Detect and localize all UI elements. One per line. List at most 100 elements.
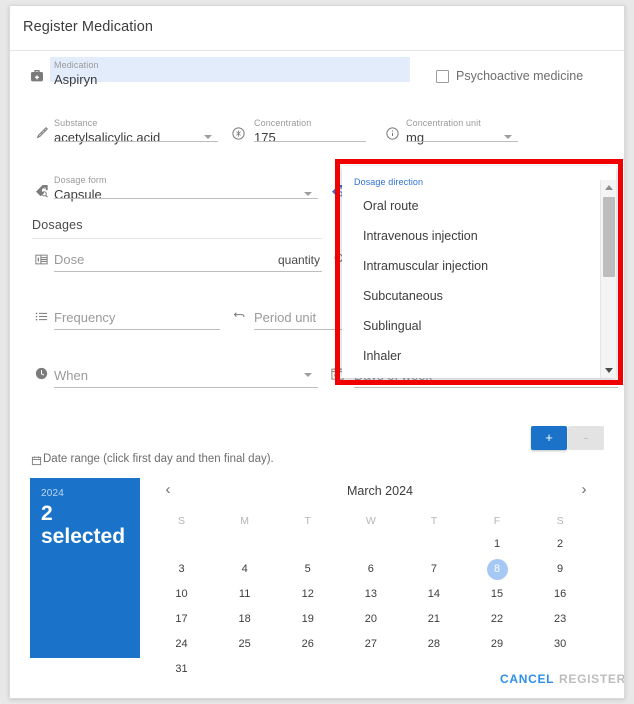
dropdown-option-inhaler[interactable]: Inhaler [363,349,401,363]
calendar-day-10[interactable]: 10 [150,582,213,607]
dose-field[interactable]: Dose quantity [54,248,322,272]
concentration-unit-label: Concentration unit [406,118,481,128]
psychoactive-checkbox[interactable] [436,70,449,83]
calendar-day-13[interactable]: 13 [339,582,402,607]
calendar-week-row: 17 18 19 20 21 22 23 [150,607,592,632]
calendar-day-20[interactable]: 20 [339,607,402,632]
dose-suffix: quantity [277,253,320,267]
chevron-down-icon[interactable] [504,135,512,139]
calendar-weeks: 1 2 3 4 5 6 7 8 9 10 11 12 13 14 15 16 17 18 19 20 21 22 23 24 2… [150,532,592,682]
dosage-direction-option-list[interactable]: Oral route Intravenous injection Intramu… [342,186,600,378]
calendar-day-empty [150,532,213,557]
calendar-day-number: 18 [238,613,251,625]
medication-field[interactable]: Medication Aspiryn [50,57,410,87]
when-field[interactable]: When [54,364,318,388]
calendar-day-number: 12 [301,588,314,600]
calendar-day-number: 31 [175,663,188,675]
dosage-direction-dropdown[interactable]: Dosage direction Oral route Intravenous … [342,166,616,378]
dow-tue: T [304,515,311,527]
selection-summary-panel: 2024 2 selected [30,478,140,658]
add-dosage-button[interactable]: + [531,426,567,450]
calendar-day-22[interactable]: 22 [465,607,528,632]
dropdown-scrollbar[interactable] [600,180,616,378]
dow-thu: T [430,515,438,527]
dropdown-option-intramuscular-injection[interactable]: Intramuscular injection [363,259,488,273]
scroll-down-arrow-icon[interactable] [605,368,613,373]
calendar-day-number: 26 [301,638,314,650]
calendar-week-row: 12 [150,532,592,557]
substance-value: acetylsalicylic acid [54,130,161,145]
calendar-day-17[interactable]: 17 [150,607,213,632]
calendar-day-number: 2 [557,538,564,550]
calendar-day-11[interactable]: 11 [213,582,276,607]
calendar-day-28[interactable]: 28 [402,632,465,657]
calendar-day-15[interactable]: 15 [465,582,528,607]
calendar-day-2[interactable]: 2 [529,532,592,557]
calendar-day-19[interactable]: 19 [276,607,339,632]
chevron-down-icon[interactable] [204,135,212,139]
tag-search-icon [34,183,50,199]
calendar-day-29[interactable]: 29 [465,632,528,657]
remove-dosage-button[interactable]: - [568,426,604,450]
days-of-week-underline [354,387,618,388]
calendar-day-number: 15 [490,588,504,600]
calendar-day-18[interactable]: 18 [213,607,276,632]
chevron-down-icon[interactable] [304,373,312,377]
calendar-day-31[interactable]: 31 [150,657,213,682]
register-button[interactable]: REGISTER [559,672,624,686]
calendar-widget[interactable]: ‹ March 2024 › S M T W T F S 1 2 3 4 5 6 7 8 9 10… [150,478,610,675]
frequency-field[interactable]: Frequency [54,306,220,330]
dow-sat: S [556,515,564,527]
selection-count: 2 [41,502,53,525]
calendar-day-14[interactable]: 14 [402,582,465,607]
scrollbar-thumb[interactable] [603,197,615,277]
calendar-day-23[interactable]: 23 [529,607,592,632]
calendar-day-27[interactable]: 27 [339,632,402,657]
calendar-day-4[interactable]: 4 [213,557,276,582]
calendar-day-8[interactable]: 8 [465,557,528,582]
calendar-grid: S M T W T F S 1 2 3 4 5 6 7 8 9 10 11 12 13 14 15 16 17 1… [150,510,592,682]
calendar-day-25[interactable]: 25 [213,632,276,657]
calendar-day-number: 13 [364,588,377,600]
calendar-day-7[interactable]: 7 [402,557,465,582]
calendar-day-number: 24 [175,638,188,650]
concentration-field[interactable]: Concentration 175 [254,118,366,145]
calendar-day-5[interactable]: 5 [276,557,339,582]
calendar-day-number: 23 [553,613,567,625]
calendar-day-6[interactable]: 6 [339,557,402,582]
concentration-label: Concentration [254,118,312,128]
scroll-up-arrow-icon[interactable] [605,185,613,190]
period-unit-placeholder: Period unit [254,310,317,325]
calendar-day-24[interactable]: 24 [150,632,213,657]
calendar-day-3[interactable]: 3 [150,557,213,582]
next-month-button[interactable]: › [574,480,594,500]
calendar-day-26[interactable]: 26 [276,632,339,657]
dropdown-option-sublingual[interactable]: Sublingual [363,319,421,333]
dosages-section-title: Dosages [32,218,83,232]
substance-underline [54,141,218,142]
dose-placeholder: Dose [54,252,85,267]
dose-underline [54,271,322,272]
calendar-day-empty [402,657,465,682]
concentration-unit-field[interactable]: Concentration unit mg [406,118,518,145]
substance-field[interactable]: Substance acetylsalicylic acid [54,118,218,145]
when-placeholder: When [54,368,88,383]
calendar-day-12[interactable]: 12 [276,582,339,607]
cancel-button[interactable]: CANCEL [500,672,554,686]
calendar-day-empty [213,657,276,682]
calendar-day-16[interactable]: 16 [529,582,592,607]
screenshot-root: Register Medication Medication Aspiryn P… [0,0,634,704]
dropdown-option-oral-route[interactable]: Oral route [363,199,419,213]
calendar-day-1[interactable]: 1 [465,532,528,557]
dosages-section-rule [32,238,322,239]
dropdown-option-subcutaneous[interactable]: Subcutaneous [363,289,443,303]
dropdown-option-intravenous-injection[interactable]: Intravenous injection [363,229,478,243]
table-icon [34,252,49,267]
chevron-down-icon[interactable] [304,192,312,196]
calendar-day-21[interactable]: 21 [402,607,465,632]
dosage-form-field[interactable]: Dosage form Capsule [54,175,318,202]
head-icon [231,126,246,141]
calendar-day-30[interactable]: 30 [529,632,592,657]
calendar-day-9[interactable]: 9 [529,557,592,582]
dow-wed: W [365,515,376,527]
